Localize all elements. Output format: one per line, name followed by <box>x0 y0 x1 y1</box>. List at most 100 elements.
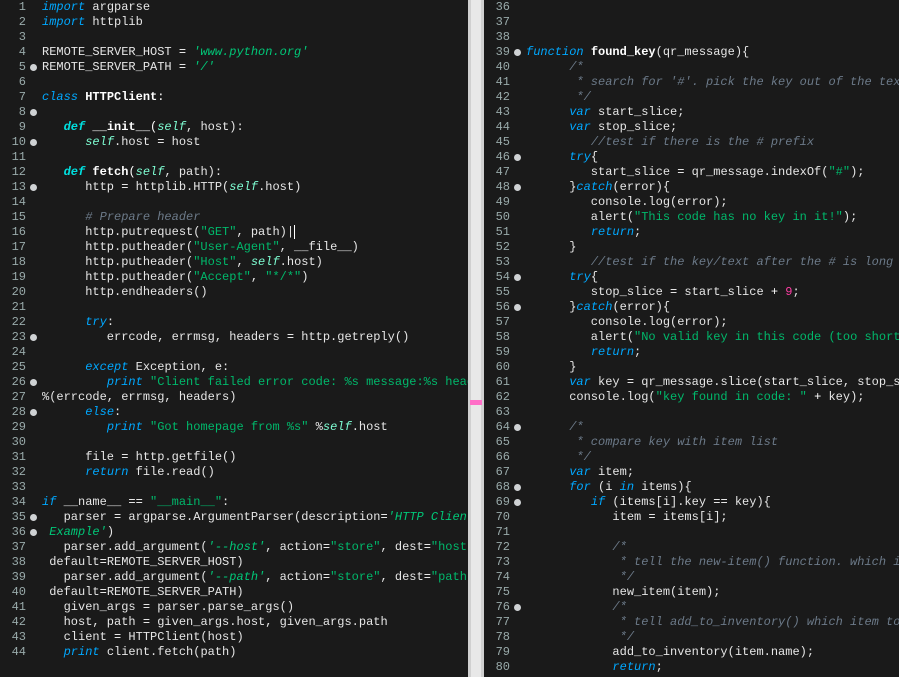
code-line[interactable]: http.putrequest("GET", path)| <box>42 225 468 240</box>
code-line[interactable] <box>42 195 468 210</box>
code-line[interactable]: # Prepare header <box>42 210 468 225</box>
code-line[interactable]: /* <box>526 600 899 615</box>
code-line[interactable]: host, path = given_args.host, given_args… <box>42 615 468 630</box>
code-line[interactable]: print "Client failed error code: %s mess… <box>42 375 468 390</box>
code-line[interactable]: REMOTE_SERVER_PATH = '/' <box>42 60 468 75</box>
code-line[interactable]: console.log(error); <box>526 195 899 210</box>
code-line[interactable]: alert("No valid key in this code (too sh… <box>526 330 899 345</box>
code-line[interactable]: */ <box>526 630 899 645</box>
code-line[interactable]: Example') <box>42 525 468 540</box>
code-line[interactable]: } <box>526 360 899 375</box>
code-line[interactable]: var stop_slice; <box>526 120 899 135</box>
code-line[interactable]: def __init__(self, host): <box>42 120 468 135</box>
code-line[interactable]: import httplib <box>42 15 468 30</box>
code-line[interactable] <box>42 30 468 45</box>
fold-marker-icon[interactable] <box>30 409 37 416</box>
code-line[interactable]: default=REMOTE_SERVER_HOST) <box>42 555 468 570</box>
code-line[interactable]: /* <box>526 420 899 435</box>
code-line[interactable]: //test if the key/text after the # is lo… <box>526 255 899 270</box>
code-line[interactable]: http = httplib.HTTP(self.host) <box>42 180 468 195</box>
fold-marker-icon[interactable] <box>30 379 37 386</box>
code-line[interactable]: return; <box>526 225 899 240</box>
code-line[interactable]: return; <box>526 660 899 675</box>
code-line[interactable]: */ <box>526 450 899 465</box>
code-line[interactable]: try{ <box>526 270 899 285</box>
code-line[interactable]: import argparse <box>42 0 468 15</box>
code-line[interactable]: except Exception, e: <box>42 360 468 375</box>
code-line[interactable]: } <box>526 240 899 255</box>
code-line[interactable]: parser.add_argument('--path', action="st… <box>42 570 468 585</box>
code-line[interactable]: http.putheader("Accept", "*/*") <box>42 270 468 285</box>
code-line[interactable] <box>42 150 468 165</box>
code-line[interactable] <box>526 405 899 420</box>
code-line[interactable]: class HTTPClient: <box>42 90 468 105</box>
code-line[interactable]: * tell the new-item() function. which i <box>526 555 899 570</box>
fold-marker-icon[interactable] <box>514 154 521 161</box>
code-line[interactable]: if (items[i].key == key){ <box>526 495 899 510</box>
code-line[interactable]: parser = argparse.ArgumentParser(descrip… <box>42 510 468 525</box>
fold-marker-icon[interactable] <box>514 484 521 491</box>
fold-marker-icon[interactable] <box>514 499 521 506</box>
code-line[interactable]: try{ <box>526 150 899 165</box>
code-line[interactable]: parser.add_argument('--host', action="st… <box>42 540 468 555</box>
code-line[interactable]: console.log(error); <box>526 315 899 330</box>
code-line[interactable]: client = HTTPClient(host) <box>42 630 468 645</box>
code-line[interactable]: for (i in items){ <box>526 480 899 495</box>
pane-splitter[interactable] <box>468 0 484 677</box>
code-area-left[interactable]: import argparseimport httplib REMOTE_SERV… <box>42 0 468 660</box>
code-line[interactable]: REMOTE_SERVER_HOST = 'www.python.org' <box>42 45 468 60</box>
fold-marker-icon[interactable] <box>30 334 37 341</box>
code-line[interactable] <box>42 480 468 495</box>
code-line[interactable]: var key = qr_message.slice(start_slice, … <box>526 375 899 390</box>
code-line[interactable] <box>526 15 899 30</box>
code-line[interactable] <box>526 30 899 45</box>
fold-marker-icon[interactable] <box>30 529 37 536</box>
code-line[interactable]: return file.read() <box>42 465 468 480</box>
fold-marker-icon[interactable] <box>514 274 521 281</box>
code-line[interactable]: return; <box>526 345 899 360</box>
code-line[interactable]: default=REMOTE_SERVER_PATH) <box>42 585 468 600</box>
code-line[interactable] <box>42 105 468 120</box>
editor-pane-left[interactable]: 1234567891011121314151617181920212223242… <box>0 0 468 677</box>
code-line[interactable]: */ <box>526 570 899 585</box>
code-line[interactable]: }catch(error){ <box>526 300 899 315</box>
code-line[interactable]: * search for '#'. pick the key out of th… <box>526 75 899 90</box>
code-line[interactable]: http.putheader("Host", self.host) <box>42 255 468 270</box>
code-line[interactable]: errcode, errmsg, headers = http.getreply… <box>42 330 468 345</box>
code-line[interactable]: * tell add_to_inventory() which item to <box>526 615 899 630</box>
fold-marker-icon[interactable] <box>30 139 37 146</box>
code-line[interactable] <box>526 525 899 540</box>
code-line[interactable]: stop_slice = start_slice + 9; <box>526 285 899 300</box>
fold-marker-icon[interactable] <box>514 424 521 431</box>
code-line[interactable]: start_slice = qr_message.indexOf("#"); <box>526 165 899 180</box>
code-line[interactable]: %(errcode, errmsg, headers) <box>42 390 468 405</box>
code-line[interactable]: function found_key(qr_message){ <box>526 45 899 60</box>
code-line[interactable]: //test if there is the # prefix <box>526 135 899 150</box>
code-line[interactable]: * compare key with item list <box>526 435 899 450</box>
code-line[interactable] <box>526 0 899 15</box>
code-line[interactable]: http.endheaders() <box>42 285 468 300</box>
code-line[interactable]: given_args = parser.parse_args() <box>42 600 468 615</box>
fold-marker-icon[interactable] <box>30 109 37 116</box>
code-line[interactable]: alert("This code has no key in it!"); <box>526 210 899 225</box>
code-line[interactable]: var start_slice; <box>526 105 899 120</box>
code-line[interactable]: }catch(error){ <box>526 180 899 195</box>
code-line[interactable]: add_to_inventory(item.name); <box>526 645 899 660</box>
code-area-right[interactable]: function found_key(qr_message){ /* * sea… <box>526 0 899 675</box>
code-line[interactable]: try: <box>42 315 468 330</box>
fold-marker-icon[interactable] <box>514 604 521 611</box>
fold-marker-icon[interactable] <box>514 304 521 311</box>
code-line[interactable]: console.log("key found in code: " + key)… <box>526 390 899 405</box>
code-line[interactable]: item = items[i]; <box>526 510 899 525</box>
code-line[interactable]: print client.fetch(path) <box>42 645 468 660</box>
fold-marker-icon[interactable] <box>30 514 37 521</box>
code-line[interactable]: self.host = host <box>42 135 468 150</box>
code-line[interactable] <box>42 300 468 315</box>
fold-marker-icon[interactable] <box>30 64 37 71</box>
code-line[interactable] <box>42 75 468 90</box>
code-line[interactable]: var item; <box>526 465 899 480</box>
code-line[interactable]: /* <box>526 540 899 555</box>
code-line[interactable]: new_item(item); <box>526 585 899 600</box>
code-line[interactable]: print "Got homepage from %s" %self.host <box>42 420 468 435</box>
fold-marker-icon[interactable] <box>30 184 37 191</box>
